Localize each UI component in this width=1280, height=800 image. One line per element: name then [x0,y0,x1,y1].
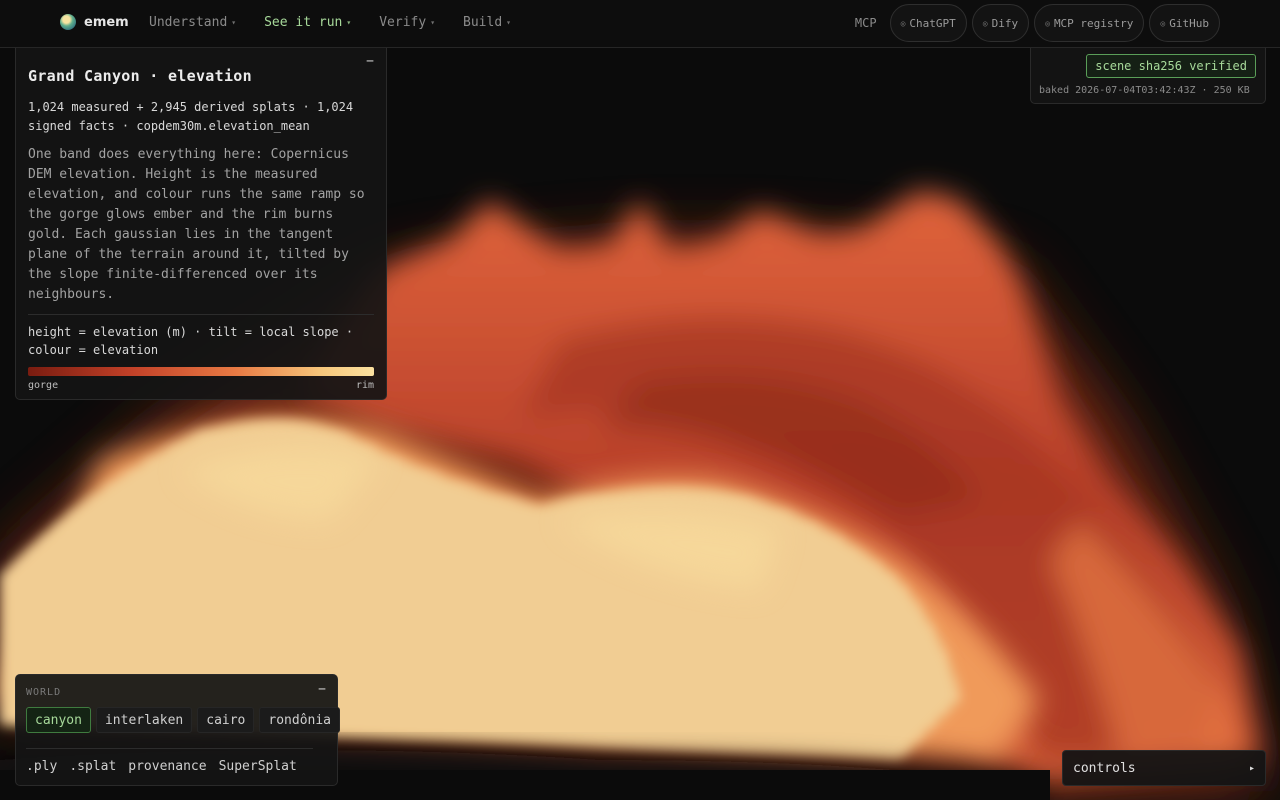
chatgpt-button[interactable]: ◎ ChatGPT [889,4,967,42]
scene-title: Grand Canyon · elevation [28,67,252,85]
nav-item-label: Verify [379,15,427,30]
nav-item-label: Build [463,15,503,30]
pill-label: Dify [991,16,1019,30]
world-tab-rondonia[interactable]: rondônia [259,707,341,733]
controls-toggle-button[interactable]: controls ▸ [1062,750,1266,786]
dot-icon: ◎ [982,18,988,28]
collapse-panel-button[interactable]: − [366,54,374,69]
ramp-high-label: rim [355,380,374,391]
main-menu: Understand ▾ See it run ▾ Verify ▾ Build… [149,15,511,30]
verification-panel: scene sha256 verified baked 2026-07-04T0… [1030,48,1266,104]
caret-down-icon: ▾ [346,18,352,27]
nav-item-label: See it run [264,15,343,30]
bake-metadata: baked 2026-07-04T03:42:43Z · 250 KB [1039,85,1250,96]
caret-down-icon: ▾ [430,18,436,27]
nav-item-understand[interactable]: Understand ▾ [149,15,236,30]
dot-icon: ◎ [900,18,906,28]
world-section-label: WORLD [26,687,62,698]
brand-link[interactable]: emem [60,14,129,30]
divider [28,314,374,315]
mcp-label: MCP [854,16,877,30]
github-button[interactable]: ◎ GitHub [1149,4,1220,42]
sha256-verified-badge[interactable]: scene sha256 verified [1086,54,1256,78]
pill-label: ChatGPT [909,16,956,30]
dify-button[interactable]: ◎ Dify [971,4,1030,42]
ramp-labels: gorge rim [28,380,374,391]
controls-label: controls [1073,760,1136,776]
pill-label: GitHub [1169,16,1209,30]
nav-item-build[interactable]: Build ▾ [463,15,511,30]
dot-icon: ◎ [1160,18,1166,28]
world-tab-canyon[interactable]: canyon [26,707,91,733]
splat-download-link[interactable]: .splat [69,759,116,774]
nav-item-label: Understand [149,15,228,30]
scene-info-panel: − Grand Canyon · elevation 1,024 measure… [15,48,387,400]
caret-down-icon: ▾ [231,18,237,27]
nav-item-verify[interactable]: Verify ▾ [379,15,435,30]
nav-item-see-it-run[interactable]: See it run ▾ [264,15,351,30]
divider [26,748,313,749]
world-tab-interlaken[interactable]: interlaken [95,707,193,733]
globe-logo-icon [60,14,76,30]
brand-name: emem [84,14,129,30]
integration-links: MCP ◎ ChatGPT ◎ Dify ◎ MCP registry ◎ Gi… [855,4,1220,42]
provenance-link[interactable]: provenance [128,759,206,774]
supersplat-link[interactable]: SuperSplat [219,759,297,774]
caret-down-icon: ▾ [506,18,511,27]
collapse-panel-button[interactable]: − [318,682,326,697]
expand-arrow-icon: ▸ [1248,762,1255,774]
world-tabs: canyon interlaken cairo rondônia [26,707,341,733]
world-selector-panel: WORLD − canyon interlaken cairo rondônia… [15,674,341,786]
scene-stats: 1,024 measured + 2,945 derived splats · … [28,100,354,133]
world-tab-cairo[interactable]: cairo [197,707,255,733]
download-links: .ply .splat provenance SuperSplat [26,759,297,774]
top-navigation-bar: emem Understand ▾ See it run ▾ Verify ▾ … [0,0,1280,48]
dot-icon: ◎ [1045,18,1050,28]
mcp-registry-button[interactable]: ◎ MCP registry [1034,4,1145,42]
elevation-color-ramp [28,367,374,376]
ramp-low-label: gorge [28,380,59,391]
ply-download-link[interactable]: .ply [26,759,57,774]
encoding-legend: height = elevation (m) · tilt = local sl… [28,325,354,357]
scene-description: One band does everything here: Copernicu… [28,147,365,302]
pill-label: MCP registry [1053,16,1134,30]
